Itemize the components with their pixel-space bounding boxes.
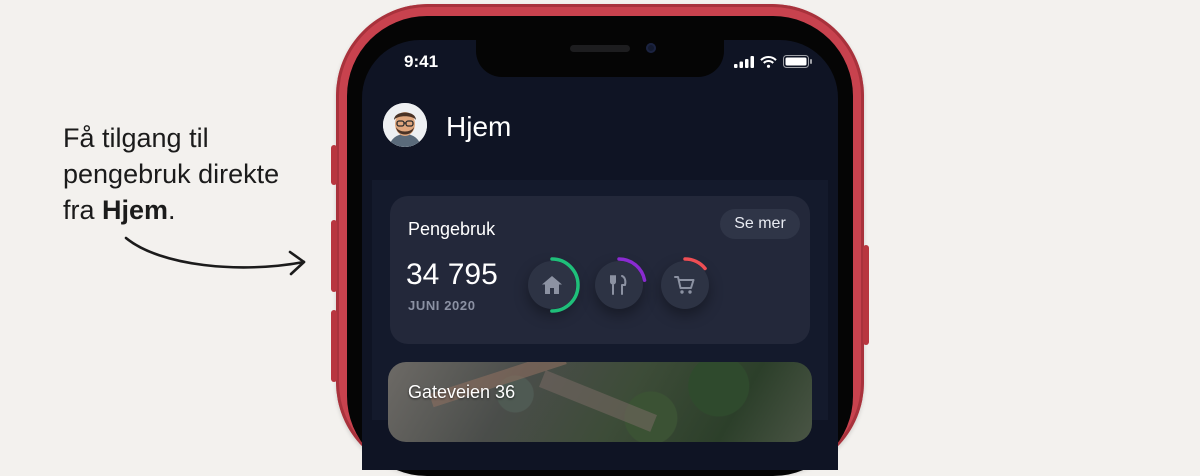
cart-icon bbox=[674, 276, 695, 294]
status-time: 9:41 bbox=[404, 52, 439, 71]
caption-line-1: Få tilgang til bbox=[63, 123, 209, 153]
caption-bold-word: Hjem bbox=[102, 195, 169, 225]
phone-volume-down-button bbox=[331, 310, 337, 382]
arrow-icon bbox=[124, 236, 306, 276]
profile-avatar[interactable] bbox=[383, 103, 427, 147]
caption-line-2: pengebruk direkte bbox=[63, 159, 280, 189]
wifi-icon bbox=[760, 55, 777, 68]
feature-caption: Få tilgang til pengebruk direkte fra Hje… bbox=[63, 120, 333, 228]
restaurant-icon bbox=[610, 275, 627, 295]
category-home[interactable] bbox=[523, 256, 581, 314]
see-more-button[interactable]: Se mer bbox=[720, 209, 800, 239]
property-card-title: Gateveien 36 bbox=[408, 382, 516, 402]
spending-card-title: Pengebruk bbox=[408, 219, 496, 239]
front-camera bbox=[646, 43, 656, 53]
spending-amount: 34 795 bbox=[406, 258, 498, 291]
battery-icon bbox=[783, 55, 812, 68]
spending-period: JUNI 2020 bbox=[408, 298, 476, 313]
page-title: Hjem bbox=[446, 111, 512, 142]
caption-line-3: fra Hjem. bbox=[63, 195, 176, 225]
home-icon bbox=[542, 276, 562, 294]
status-icons bbox=[734, 55, 813, 68]
avatar-memoji-icon bbox=[383, 103, 427, 147]
phone-side-button bbox=[331, 145, 337, 185]
phone-power-button bbox=[863, 245, 869, 345]
phone-volume-up-button bbox=[331, 220, 337, 292]
speaker-grille bbox=[570, 45, 630, 52]
signal-icon bbox=[734, 55, 754, 68]
category-restaurant[interactable] bbox=[590, 256, 648, 314]
category-shopping[interactable] bbox=[656, 256, 714, 314]
